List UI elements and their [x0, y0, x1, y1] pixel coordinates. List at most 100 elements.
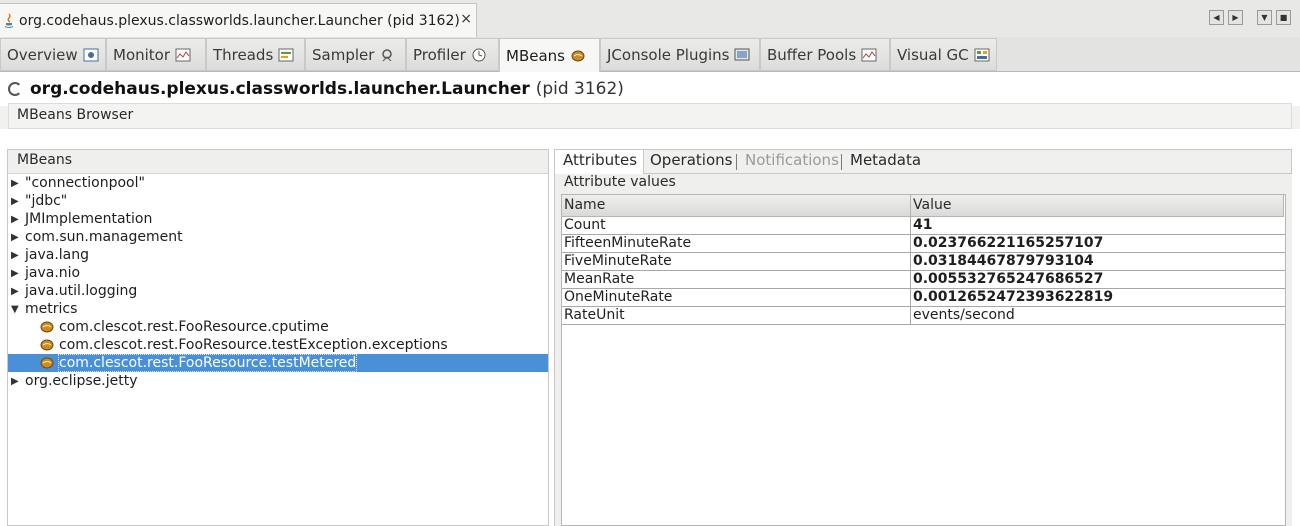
- tree-node[interactable]: ▼ metrics: [8, 300, 548, 318]
- visual-gc-icon: [974, 48, 990, 61]
- attribute-value[interactable]: 0.0012652472393622819: [911, 289, 1285, 306]
- tree-leaf-node-selected[interactable]: com.clescot.rest.FooResource.testMetered: [8, 354, 548, 372]
- maximize-button[interactable]: ■: [1276, 10, 1291, 25]
- mbean-icon: [40, 357, 54, 369]
- process-name: org.codehaus.plexus.classworlds.launcher…: [30, 79, 530, 99]
- table-row[interactable]: RateUnit events/second: [562, 307, 1285, 325]
- tab-attributes[interactable]: Attributes: [555, 150, 645, 174]
- attribute-values-caption: Attribute values: [564, 174, 676, 190]
- scroll-left-button[interactable]: ◀: [1209, 10, 1224, 25]
- expand-arrow-icon[interactable]: ▶: [11, 196, 19, 207]
- table-row[interactable]: OneMinuteRate 0.0012652472393622819: [562, 289, 1285, 307]
- tab-profiler[interactable]: Profiler: [406, 38, 499, 71]
- expand-arrow-icon[interactable]: ▶: [11, 178, 19, 189]
- tab-separator: [841, 154, 842, 170]
- attributes-table: Name Value Count 41 FifteenMinuteRate 0.…: [561, 194, 1286, 526]
- java-app-icon: [5, 13, 13, 28]
- expand-arrow-icon[interactable]: ▶: [11, 214, 19, 225]
- mbeans-tree-header: MBeans: [8, 150, 548, 174]
- column-header-name[interactable]: Name: [562, 195, 911, 217]
- tree-node-label: "connectionpool": [25, 175, 145, 191]
- attribute-value[interactable]: events/second: [911, 307, 1285, 324]
- tree-node[interactable]: ▶ com.sun.management: [8, 228, 548, 246]
- attribute-name: OneMinuteRate: [562, 289, 911, 306]
- attribute-name: FifteenMinuteRate: [562, 235, 911, 252]
- profiler-clock-icon: [472, 48, 486, 61]
- table-row[interactable]: FiveMinuteRate 0.03184467879793104: [562, 253, 1285, 271]
- scroll-right-button[interactable]: ▶: [1228, 10, 1243, 25]
- tab-list-button[interactable]: ▼: [1257, 10, 1272, 25]
- tree-node[interactable]: ▶ "connectionpool": [8, 174, 548, 192]
- document-tab[interactable]: org.codehaus.plexus.classworlds.launcher…: [0, 3, 477, 37]
- attributes-panel: Attribute values Name Value Count 41 Fif…: [554, 174, 1292, 526]
- tree-node-label: com.clescot.rest.FooResource.cputime: [59, 319, 329, 335]
- tree-node-label: JMImplementation: [25, 211, 153, 227]
- tree-node[interactable]: ▶ java.nio: [8, 264, 548, 282]
- tab-label: Buffer Pools: [767, 45, 857, 64]
- tree-node[interactable]: ▶ org.eclipse.jetty: [8, 372, 548, 390]
- tab-separator: [736, 154, 737, 170]
- attribute-value[interactable]: 0.03184467879793104: [911, 253, 1285, 270]
- attribute-value[interactable]: 0.005532765247686527: [911, 271, 1285, 288]
- process-header: org.codehaus.plexus.classworlds.launcher…: [0, 72, 1300, 106]
- tree-node-label: java.lang: [25, 247, 90, 263]
- tab-label: Monitor: [113, 45, 171, 64]
- tab-label: Overview: [7, 45, 78, 64]
- tree-node-label: "jdbc": [25, 193, 68, 209]
- tree-leaf-node[interactable]: com.clescot.rest.FooResource.cputime: [8, 318, 548, 336]
- tree-node[interactable]: ▶ JMImplementation: [8, 210, 548, 228]
- tab-label: Visual GC: [897, 45, 969, 64]
- collapse-arrow-icon[interactable]: ▼: [11, 304, 19, 315]
- close-icon[interactable]: ×: [460, 11, 472, 27]
- table-row[interactable]: MeanRate 0.005532765247686527: [562, 271, 1285, 289]
- expand-arrow-icon[interactable]: ▶: [11, 232, 19, 243]
- tab-jconsole-plugins[interactable]: JConsole Plugins: [600, 38, 760, 71]
- process-pid: (pid 3162): [535, 79, 624, 99]
- document-tab-title: org.codehaus.plexus.classworlds.launcher…: [19, 12, 460, 29]
- expand-arrow-icon[interactable]: ▶: [11, 250, 19, 261]
- attribute-name: RateUnit: [562, 307, 911, 324]
- expand-arrow-icon[interactable]: ▶: [11, 286, 19, 297]
- tree-node-label: com.clescot.rest.FooResource.testMetered: [57, 354, 358, 372]
- attribute-name: MeanRate: [562, 271, 911, 288]
- loading-spinner-icon: [8, 82, 22, 96]
- table-row[interactable]: FifteenMinuteRate 0.023766221165257107: [562, 235, 1285, 253]
- tab-monitor[interactable]: Monitor: [106, 38, 206, 71]
- threads-icon: [278, 48, 294, 61]
- buffer-pools-chart-icon: [861, 48, 877, 61]
- mbean-icon: [40, 321, 54, 333]
- tree-leaf-node[interactable]: com.clescot.rest.FooResource.testExcepti…: [8, 336, 548, 354]
- expand-arrow-icon[interactable]: ▶: [11, 376, 19, 387]
- tree-node-label: metrics: [25, 301, 78, 317]
- monitor-chart-icon: [175, 48, 191, 61]
- tree-node[interactable]: ▶ java.lang: [8, 246, 548, 264]
- tree-node-label: java.util.logging: [25, 283, 138, 299]
- tree-node[interactable]: ▶ "jdbc": [8, 192, 548, 210]
- tab-visual-gc[interactable]: Visual GC: [890, 38, 997, 71]
- table-row[interactable]: Count 41: [562, 217, 1285, 235]
- attribute-value[interactable]: 0.023766221165257107: [911, 235, 1285, 252]
- tab-threads[interactable]: Threads: [206, 38, 305, 71]
- page-title: org.codehaus.plexus.classworlds.launcher…: [30, 79, 624, 99]
- tree-node[interactable]: ▶ java.util.logging: [8, 282, 548, 300]
- attribute-name: FiveMinuteRate: [562, 253, 911, 270]
- tab-navigation: ◀ ▶ ▼ ■: [1209, 10, 1291, 25]
- tab-label: MBeans: [506, 46, 565, 65]
- tab-label: Profiler: [413, 45, 466, 64]
- attribute-value[interactable]: 41: [911, 217, 1285, 234]
- tree-node-label: org.eclipse.jetty: [25, 373, 138, 389]
- tab-operations[interactable]: Operations: [650, 151, 732, 169]
- tab-label: Threads: [213, 45, 274, 64]
- tab-sampler[interactable]: Sampler: [305, 38, 406, 71]
- tab-overview[interactable]: Overview: [0, 38, 106, 71]
- expand-arrow-icon[interactable]: ▶: [11, 268, 19, 279]
- mbeans-icon: [571, 50, 585, 61]
- mbean-detail-tabs: Attributes Operations Notifications Meta…: [554, 149, 1292, 174]
- jconsole-plugins-icon: [734, 48, 750, 60]
- tab-mbeans[interactable]: MBeans: [499, 38, 600, 72]
- overview-icon: [83, 48, 99, 61]
- tab-buffer-pools[interactable]: Buffer Pools: [760, 38, 890, 71]
- tab-metadata[interactable]: Metadata: [850, 151, 921, 169]
- column-header-value[interactable]: Value: [911, 195, 1284, 217]
- tab-label: JConsole Plugins: [607, 45, 730, 64]
